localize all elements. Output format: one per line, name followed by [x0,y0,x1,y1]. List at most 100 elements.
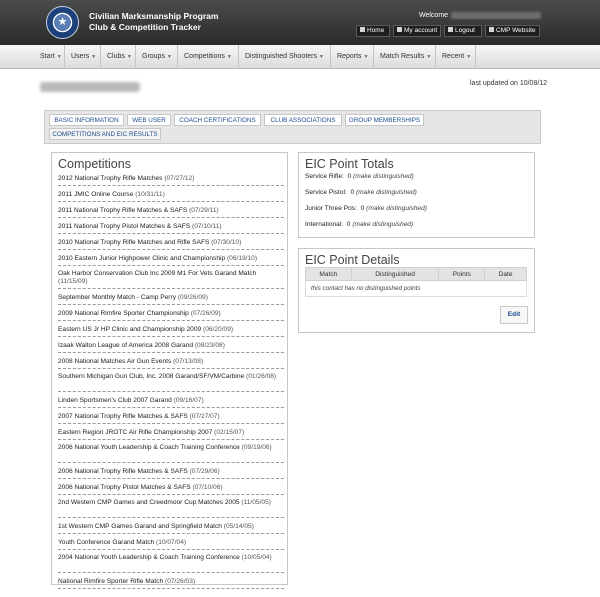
competition-name[interactable]: Eastern US Jr HP Clinic and Championship… [58,326,201,333]
tab-web-user[interactable]: Web User [127,114,171,126]
nav-clubs[interactable]: Clubs ▼ [101,45,136,69]
list-item[interactable]: September Monthly Match - Camp Perry (09… [58,292,284,305]
competition-name[interactable]: 2007 National Trophy Rifle Matches & SAF… [58,413,188,420]
list-item[interactable]: Eastern Region JROTC Air Rifle Champions… [58,427,284,440]
column-header-points[interactable]: Points [438,267,486,281]
competition-date: (07/10/06) [192,484,223,491]
list-item[interactable]: Eastern US Jr HP Clinic and Championship… [58,324,284,337]
chevron-down-icon: ▼ [426,54,432,60]
competition-name[interactable]: 2006 National Trophy Rifle Matches & SAF… [58,468,188,475]
table-row: this contact has no distinguished points [305,280,527,297]
make-distinguished-link[interactable]: (make distinguished) [352,221,413,228]
nav-groups[interactable]: Groups ▼ [136,45,178,69]
nav-distinguished-shooters[interactable]: Distinguished Shooters ▼ [239,45,331,69]
list-item[interactable]: 1st Western CMP Games Garand and Springf… [58,521,284,534]
column-header-match[interactable]: Match [305,267,352,281]
list-item[interactable]: Youth Conference Garand Match (10/07/04) [58,537,284,550]
competition-name[interactable]: Linden Sportsmen's Club 2007 Garand [58,397,172,404]
chevron-down-icon: ▼ [91,54,97,60]
make-distinguished-link[interactable]: (make distinguished) [366,205,427,212]
competition-name[interactable]: Eastern Region JROTC Air Rifle Champions… [58,429,212,436]
competition-name[interactable]: 2010 National Trophy Rifle Matches and R… [58,239,209,246]
competition-date: (07/29/06) [189,468,220,475]
competition-date: (06/19/10) [226,255,258,262]
make-distinguished-link[interactable]: (make distinguished) [356,189,417,196]
competition-name[interactable]: 2009 National Rimfire Sporter Championsh… [58,310,189,317]
nav-competitions[interactable]: Competitions ▼ [178,45,239,69]
list-item[interactable]: Izaak Walton League of America 2008 Gara… [58,340,284,353]
nav-recent[interactable]: Recent ▼ [436,45,476,69]
list-item[interactable]: 2006 National Trophy Rifle Matches & SAF… [58,466,284,479]
list-item[interactable]: 2012 National Trophy Rifle Matches (07/2… [58,173,284,186]
list-item[interactable]: Linden Sportsmen's Club 2007 Garand (09/… [58,395,284,408]
nav-match-results[interactable]: Match Results ▼ [374,45,436,69]
competition-date: (02/15/07) [214,429,245,436]
competition-name[interactable]: 2006 National Trophy Pistol Matches & SA… [58,484,191,491]
eic-details-panel: EIC Point Details Match Distinguished Po… [298,248,535,333]
list-item[interactable]: Southern Michigan Gun Club, Inc. 2008 Ga… [58,372,284,392]
competition-name[interactable]: 2004 National Youth Leadership & Coach T… [58,554,240,561]
list-item[interactable]: 2006 National Trophy Pistol Matches & SA… [58,482,284,495]
tab-group-memberships[interactable]: Group Memberships [345,114,424,126]
competition-name[interactable]: Oak Harbor Conservation Club Inc 2009 M1… [58,270,256,277]
competition-date: (08/23/08) [194,342,225,349]
chevron-down-icon: ▼ [363,54,369,60]
nav-start[interactable]: Start ▼ [34,45,65,69]
list-item[interactable]: 2008 National Matches Air Gun Events (07… [58,356,284,369]
empty-message: this contact has no distinguished points [305,280,527,297]
home-button[interactable]: Home [356,25,390,37]
tab-coach-certifications[interactable]: Coach Certifications [174,114,261,126]
list-item[interactable]: 2009 National Rimfire Sporter Championsh… [58,308,284,321]
competition-name[interactable]: National Rimfire Sporter Rifle Match [58,578,163,585]
list-item[interactable]: 2007 National Trophy Rifle Matches & SAF… [58,411,284,424]
contact-name-redacted [40,82,140,92]
competition-name[interactable]: 2006 National Youth Leadership & Coach T… [58,444,240,451]
last-updated-text: last updated on 10/08/12 [470,80,548,87]
logout-button[interactable]: Logout [444,25,482,37]
competition-name[interactable]: 2011 National Trophy Rifle Matches & SAF… [58,207,187,214]
column-header-date[interactable]: Date [484,267,527,281]
nav-reports[interactable]: Reports ▼ [331,45,374,69]
nav-users[interactable]: Users ▼ [65,45,101,69]
list-item[interactable]: 2011 JMIC Online Course (10/31/11) [58,189,284,202]
tab-basic-information[interactable]: Basic Information [49,114,124,126]
competition-name[interactable]: 2011 National Trophy Pistol Matches & SA… [58,223,190,230]
chevron-down-icon: ▼ [56,54,62,60]
list-item[interactable]: 2004 National Youth Leadership & Coach T… [58,553,284,573]
tab-club-associations[interactable]: Club Associations [264,114,342,126]
competition-name[interactable]: 2nd Western CMP Games and Creedmoor Cup … [58,499,240,506]
list-item[interactable]: 2011 National Trophy Rifle Matches & SAF… [58,205,284,218]
cmp-seal-icon[interactable]: ★ [46,6,79,39]
chevron-down-icon: ▼ [319,54,324,60]
cmp-website-button[interactable]: CMP Website [485,25,540,37]
competition-name[interactable]: Youth Conference Garand Match [58,539,154,546]
list-item[interactable]: 2011 National Trophy Pistol Matches & SA… [58,221,284,234]
competition-name[interactable]: 2012 National Trophy Rifle Matches [58,175,162,182]
tab-competitions-and-eic-results[interactable]: Competitions and EIC Results [49,128,161,140]
competition-name[interactable]: September Monthly Match - Camp Perry [58,294,176,301]
list-item[interactable]: 2010 Eastern Junior Highpower Clinic and… [58,253,284,266]
make-distinguished-link[interactable]: (make distinguished) [353,173,414,180]
eic-details-table: Match Distinguished Points Date this con… [305,267,527,297]
competition-name[interactable]: 2008 National Matches Air Gun Events [58,358,171,365]
list-item[interactable]: 2006 National Youth Leadership & Coach T… [58,443,284,463]
competition-date: (10/05/04) [241,554,272,561]
competition-name[interactable]: Southern Michigan Gun Club, Inc. 2008 Ga… [58,373,244,380]
eic-totals-title: EIC Point Totals [305,157,394,171]
competitions-panel: Competitions 2012 National Trophy Rifle … [51,152,288,589]
list-item[interactable]: Oak Harbor Conservation Club Inc 2009 M1… [58,269,284,289]
chevron-down-icon: ▼ [126,54,132,60]
edit-button[interactable]: Edit [500,306,528,324]
competition-date: (07/30/10) [211,239,242,246]
my-account-button[interactable]: My account [393,25,441,37]
competition-name[interactable]: 2011 JMIC Online Course [58,191,133,198]
list-item[interactable]: 2nd Western CMP Games and Creedmoor Cup … [58,498,284,518]
chevron-down-icon: ▼ [466,54,472,60]
list-item[interactable]: National Rimfire Sporter Rifle Match (07… [58,576,284,589]
competition-name[interactable]: 2010 Eastern Junior Highpower Clinic and… [58,255,225,262]
competition-date: (07/27/12) [164,175,195,182]
competition-name[interactable]: 1st Western CMP Games Garand and Springf… [58,523,222,530]
competition-name[interactable]: Izaak Walton League of America 2008 Gara… [58,342,193,349]
list-item[interactable]: 2010 National Trophy Rifle Matches and R… [58,237,284,250]
column-header-distinguished[interactable]: Distinguished [350,267,440,281]
